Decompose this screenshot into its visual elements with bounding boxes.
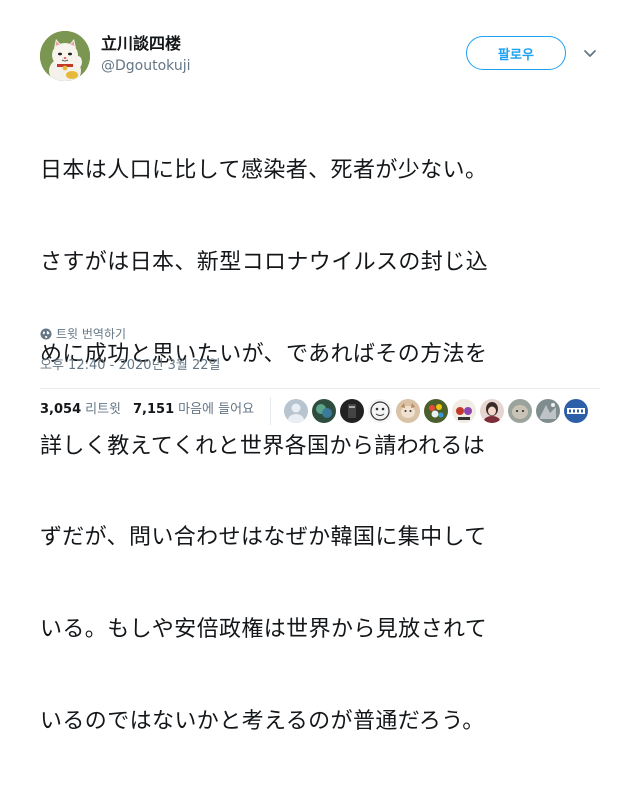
globe-icon [40,328,52,340]
translate-tweet-link[interactable]: 트윗 번역하기 [40,326,126,342]
tweet-text-line: さすがは日本、新型コロナウイルスの封じ込 [40,249,489,275]
tweet-text: 日本は人口に比して感染者、死者が少ない。 さすがは日本、新型コロナウイルスの封じ… [40,95,610,799]
display-name[interactable]: 立川談四楼 [101,34,181,54]
tweet-text-line: 詳しく教えてくれと世界各国から請われるは [40,433,486,459]
avatar[interactable] [40,31,90,81]
liker-avatar[interactable] [396,399,420,423]
retweets-label: 리트윗 [85,402,122,417]
liker-avatar[interactable] [452,399,476,423]
liker-avatar[interactable] [564,399,588,423]
likes-label: 마음에 들어요 [178,402,255,417]
liker-avatar[interactable] [536,399,560,423]
tweet-stats: 3,054 리트윗 7,151 마음에 들어요 [40,402,266,418]
chevron-down-icon[interactable] [582,45,598,61]
divider [40,388,600,389]
liker-avatars [284,399,592,423]
likes-stat[interactable]: 7,151 마음에 들어요 [133,402,254,418]
translate-label: 트윗 번역하기 [56,327,127,341]
tweet-card: 立川談四楼 @Dgoutokuji 팔로우 日本は人口に比して感染者、死者が少な… [0,0,640,734]
tweet-timestamp[interactable]: 오후 12:40 - 2020년 3월 22일 [40,357,221,375]
retweets-count: 3,054 [40,402,82,417]
follow-button[interactable]: 팔로우 [466,36,566,70]
tweet-text-line: 日本は人口に比して感染者、死者が少ない。 [40,158,488,184]
retweets-stat[interactable]: 3,054 리트윗 [40,402,121,418]
liker-avatar[interactable] [368,399,392,423]
tweet-text-line: いる。もしや安倍政権は世界から見放されて [40,617,488,643]
liker-avatar[interactable] [508,399,532,423]
tweet-text-line: ずだが、問い合わせはなぜか韓国に集中して [40,525,487,551]
liker-avatar[interactable] [480,399,504,423]
liker-avatar[interactable] [312,399,336,423]
stats-separator [270,397,271,425]
liker-avatar[interactable] [340,399,364,423]
user-handle[interactable]: @Dgoutokuji [101,57,191,75]
likes-count: 7,151 [133,402,175,417]
lucky-cat-avatar-icon [40,31,90,81]
liker-avatar[interactable] [284,399,308,423]
tweet-text-line: いるのではないかと考えるのが普通だろう。 [40,708,485,734]
liker-avatar[interactable] [424,399,448,423]
